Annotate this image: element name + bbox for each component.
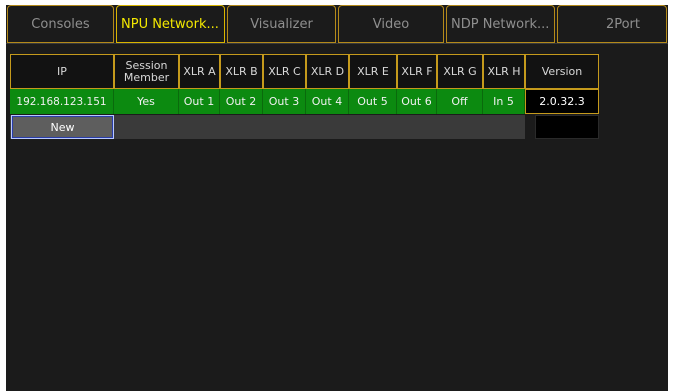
app-window: Consoles NPU Network... Visualizer Video… [6,5,668,391]
cell-xlr-g[interactable]: Off [437,89,483,114]
column-header-xlr-c[interactable]: XLR C [263,54,306,89]
column-header-xlr-e[interactable]: XLR E [349,54,397,89]
cell-xlr-b[interactable]: Out 2 [220,89,263,114]
new-row-version-cell [535,115,599,139]
cell-session-member[interactable]: Yes [114,89,179,114]
tab-consoles[interactable]: Consoles [7,5,114,43]
tab-video[interactable]: Video [338,5,444,43]
tab-npu-network[interactable]: NPU Network... [116,5,225,43]
cell-xlr-h[interactable]: In 5 [483,89,525,114]
new-button[interactable]: New [11,115,114,139]
column-header-xlr-f[interactable]: XLR F [397,54,437,89]
column-header-xlr-b[interactable]: XLR B [220,54,263,89]
column-header-session-member[interactable]: Session Member [114,54,179,89]
column-header-xlr-g[interactable]: XLR G [437,54,483,89]
cell-version[interactable]: 2.0.32.3 [525,89,599,114]
tab-visualizer[interactable]: Visualizer [227,5,336,43]
tab-2port[interactable]: 2Port [557,5,667,43]
column-header-version[interactable]: Version [525,54,599,89]
cell-xlr-d[interactable]: Out 4 [306,89,349,114]
column-header-xlr-h[interactable]: XLR H [483,54,525,89]
cell-ip[interactable]: 192.168.123.151 [10,89,114,114]
tab-content-panel: IP Session Member XLR A XLR B XLR C XLR … [6,43,668,391]
tab-ndp-network[interactable]: NDP Network... [446,5,555,43]
column-header-xlr-a[interactable]: XLR A [179,54,220,89]
cell-xlr-f[interactable]: Out 6 [397,89,437,114]
cell-xlr-c[interactable]: Out 3 [263,89,306,114]
column-header-xlr-d[interactable]: XLR D [306,54,349,89]
cell-xlr-e[interactable]: Out 5 [349,89,397,114]
column-header-ip[interactable]: IP [10,54,114,89]
cell-xlr-a[interactable]: Out 1 [179,89,220,114]
